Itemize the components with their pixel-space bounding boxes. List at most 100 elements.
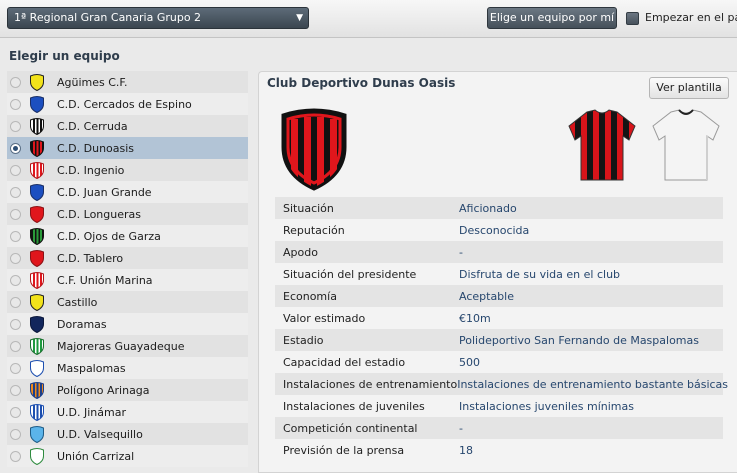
team-radio[interactable] <box>10 252 21 264</box>
team-list-item[interactable]: C.D. Cercados de Espino <box>7 93 248 115</box>
team-name: C.D. Longueras <box>57 207 141 221</box>
info-label: Valor estimado <box>283 311 366 325</box>
info-row: Reputación Desconocida <box>275 219 723 241</box>
team-list-item[interactable]: C.F. Unión Marina <box>7 269 248 291</box>
shield-orange-blue-icon <box>30 382 44 399</box>
shield-blue-icon <box>30 184 44 201</box>
team-radio[interactable] <box>10 186 21 198</box>
team-name: U.D. Jinámar <box>57 405 127 419</box>
team-radio[interactable] <box>10 406 21 418</box>
team-radio[interactable] <box>10 98 21 110</box>
info-row: Estadio Polideportivo San Fernando de Mas… <box>275 329 723 351</box>
shield-white-green-icon <box>30 448 44 465</box>
shield-red-icon <box>30 206 44 223</box>
shield-blue-icon <box>30 96 44 113</box>
shield-green-white-stripes-icon <box>30 338 44 355</box>
team-list-item[interactable]: Agüimes C.F. <box>7 71 248 93</box>
club-info-table: Situación Aficionado Reputación Desconocida… <box>275 197 728 461</box>
team-list-item[interactable]: C.D. Longueras <box>7 203 248 225</box>
team-radio[interactable] <box>10 340 21 352</box>
team-list-item[interactable]: Polígono Arinaga <box>7 379 248 401</box>
info-value: - <box>459 245 463 259</box>
away-kit-icon <box>652 109 720 181</box>
team-name: Doramas <box>57 317 107 331</box>
team-name: C.D. Juan Grande <box>57 185 152 199</box>
team-name: C.D. Ojos de Garza <box>57 229 161 243</box>
shield-white-blue-icon <box>30 360 44 377</box>
info-label: Situación del presidente <box>283 267 417 281</box>
top-toolbar: 1ª Regional Gran Canaria Grupo 2 ▼ Elige… <box>0 0 737 38</box>
club-detail-panel: Club Deportivo Dunas Oasis Ver plantilla <box>258 71 737 473</box>
team-list: Agüimes C.F. C.D. Cercados de Espino C.D… <box>7 71 248 467</box>
info-row: Valor estimado €10m <box>275 307 723 329</box>
team-list-item[interactable]: Maspalomas <box>7 357 248 379</box>
team-name: Unión Carrizal <box>57 449 135 463</box>
club-title: Club Deportivo Dunas Oasis <box>267 76 456 90</box>
info-label: Competición continental <box>283 421 418 435</box>
team-name: Castillo <box>57 295 98 309</box>
team-list-item[interactable]: Doramas <box>7 313 248 335</box>
team-radio[interactable] <box>10 318 21 330</box>
info-row: Instalaciones de entrenamiento Instalacio… <box>275 373 728 395</box>
info-value: €10m <box>459 311 491 325</box>
team-list-item[interactable]: C.D. Juan Grande <box>7 181 248 203</box>
team-list-item[interactable]: C.D. Ojos de Garza <box>7 225 248 247</box>
team-list-item[interactable]: C.D. Cerruda <box>7 115 248 137</box>
team-name: Maspalomas <box>57 361 126 375</box>
pick-team-for-me-button[interactable]: Elige un equipo por mí <box>487 7 617 29</box>
shield-black-white-stripes-icon <box>30 118 44 135</box>
team-radio[interactable] <box>10 428 21 440</box>
info-label: Economía <box>283 289 337 303</box>
info-value: Disfruta de su vida en el club <box>459 267 621 281</box>
info-value: Polideportivo San Fernando de Maspalomas <box>459 333 699 347</box>
info-label: Previsión de la prensa <box>283 443 405 457</box>
shield-navy-icon <box>30 316 44 333</box>
team-list-item[interactable]: U.D. Valsequillo <box>7 423 248 445</box>
team-list-item[interactable]: Unión Carrizal <box>7 445 248 467</box>
shield-yellow-icon <box>30 74 44 91</box>
team-radio[interactable] <box>10 120 21 132</box>
team-name: U.D. Valsequillo <box>57 427 143 441</box>
team-list-item[interactable]: C.D. Tablero <box>7 247 248 269</box>
team-radio[interactable] <box>10 208 21 220</box>
team-radio[interactable] <box>10 384 21 396</box>
info-row: Economía Aceptable <box>275 285 723 307</box>
team-list-item[interactable]: Majoreras Guayadeque <box>7 335 248 357</box>
league-dropdown-value: 1ª Regional Gran Canaria Grupo 2 <box>14 11 202 24</box>
team-list-item[interactable]: C.D. Dunoasis <box>7 137 248 159</box>
info-label: Reputación <box>283 223 345 237</box>
info-label: Capacidad del estadio <box>283 355 406 369</box>
team-radio[interactable] <box>10 142 21 154</box>
shield-red-icon <box>30 250 44 267</box>
team-list-item[interactable]: U.D. Jinámar <box>7 401 248 423</box>
team-name: Majoreras Guayadeque <box>57 339 185 353</box>
team-name: Polígono Arinaga <box>57 383 150 397</box>
team-radio[interactable] <box>10 450 21 462</box>
info-label: Situación <box>283 201 334 215</box>
team-radio[interactable] <box>10 230 21 242</box>
team-list-item[interactable]: C.D. Ingenio <box>7 159 248 181</box>
league-dropdown[interactable]: 1ª Regional Gran Canaria Grupo 2 ▼ <box>7 7 309 29</box>
team-list-item[interactable]: Castillo <box>7 291 248 313</box>
shield-red-black-stripes-icon <box>30 140 44 157</box>
team-name: C.D. Cercados de Espino <box>57 97 192 111</box>
team-radio[interactable] <box>10 296 21 308</box>
team-radio[interactable] <box>10 164 21 176</box>
chevron-down-icon: ▼ <box>296 13 303 23</box>
info-value: Instalaciones de entrenamiento bastante … <box>457 377 729 391</box>
view-squad-button[interactable]: Ver plantilla <box>649 77 729 99</box>
section-title: Elegir un equipo <box>9 49 120 63</box>
info-label: Instalaciones de entrenamiento <box>283 377 458 391</box>
info-value: 18 <box>459 443 473 457</box>
team-radio[interactable] <box>10 76 21 88</box>
team-name: C.D. Tablero <box>57 251 124 265</box>
team-radio[interactable] <box>10 362 21 374</box>
team-name: C.D. Cerruda <box>57 119 128 133</box>
info-value: Aficionado <box>459 201 517 215</box>
start-unemployed-checkbox[interactable] <box>626 12 639 25</box>
team-radio[interactable] <box>10 274 21 286</box>
info-row: Previsión de la prensa 18 <box>275 439 723 461</box>
shield-light-blue-icon <box>30 426 44 443</box>
info-value: Desconocida <box>459 223 530 237</box>
team-name: Agüimes C.F. <box>57 75 128 89</box>
